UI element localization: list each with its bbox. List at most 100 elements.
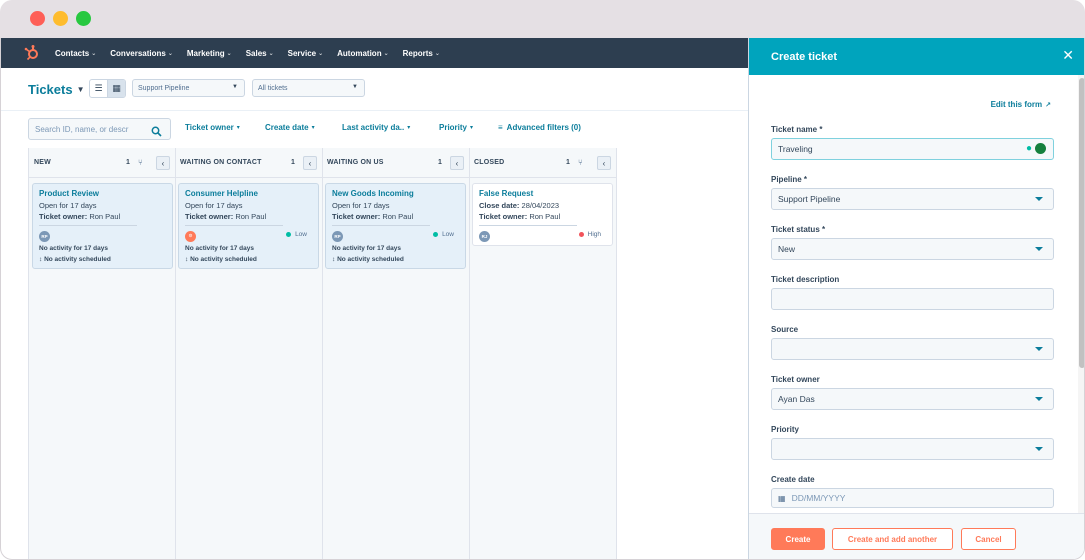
nav-automation[interactable]: Automation ⌄ [337,49,388,58]
collapse-column-button[interactable]: ‹ [303,156,317,170]
priority-dot [286,232,292,237]
card-divider [185,225,283,226]
create-and-add-another-button[interactable]: Create and add another [832,528,953,550]
ticket-owner-line: Ticket owner: Ron Paul [332,211,459,222]
ticket-open-duration: Open for 17 days [39,201,97,210]
ticket-card[interactable]: Consumer Helpline Open for 17 days Ticke… [178,183,319,269]
grammar-assist-icon[interactable] [1035,143,1046,154]
maximize-window-button[interactable] [76,11,91,26]
cancel-button[interactable]: Cancel [961,528,1016,550]
avatar[interactable]: RP [39,230,50,242]
ticket-card[interactable]: New Goods Incoming Open for 17 days Tick… [325,183,466,269]
ticket-card-title[interactable]: False Request [479,189,606,198]
caret-down-icon [1035,397,1043,401]
avatar[interactable]: RP [332,230,343,242]
ticket-status-label: Ticket status * [771,225,826,234]
ticket-card-title[interactable]: New Goods Incoming [332,189,459,198]
filter-priority[interactable]: Priority ▾ [439,123,473,132]
minimize-window-button[interactable] [53,11,68,26]
pipeline-select[interactable]: Support Pipeline ▼ [132,79,245,97]
caret-down-icon [1035,247,1043,251]
hierarchy-icon[interactable]: ⑂ [138,158,143,167]
hubspot-avatar-icon[interactable]: ⚙ [185,230,196,242]
column-title: WAITING ON US [327,159,384,166]
nav-conversations[interactable]: Conversations ⌄ [110,49,173,58]
card-meta-row: RP [39,229,166,243]
board-view-icon[interactable]: ▦ [107,80,125,97]
ticket-name-field[interactable]: Traveling ● [771,138,1054,160]
ticket-name-label: Ticket name * [771,125,823,134]
ticket-owner-name: Ron Paul [382,212,414,221]
location-pin-icon[interactable]: ● [1026,143,1032,154]
view-select[interactable]: All tickets ▼ [252,79,365,97]
filter-last-activity[interactable]: Last activity da.. ▾ [342,123,410,132]
priority-indicator: Low [286,231,307,238]
chevron-down-icon: ⌄ [434,50,440,57]
collapse-column-button[interactable]: ‹ [156,156,170,170]
filter-label: Create date [265,123,309,132]
calendar-icon[interactable]: ▦ [778,494,786,503]
ticket-owner-name: Ron Paul [89,212,121,221]
list-view-icon[interactable]: ☰ [90,80,107,97]
pipeline-select-value: Support Pipeline [138,84,190,92]
ticket-owner-dropdown[interactable]: Ayan Das [771,388,1054,410]
nav-label: Marketing [186,48,225,58]
cancel-button-label: Cancel [975,534,1002,544]
source-dropdown[interactable] [771,338,1054,360]
priority-label: High [587,231,601,238]
ticket-description-field[interactable] [771,288,1054,310]
nav-reports[interactable]: Reports ⌄ [403,49,440,58]
hierarchy-icon[interactable]: ⑂ [578,158,583,167]
close-window-button[interactable] [30,11,45,26]
pipeline-dropdown[interactable]: Support Pipeline [771,188,1054,210]
page-title-label: Tickets [28,82,73,97]
filter-ticket-owner[interactable]: Ticket owner ▾ [185,123,240,132]
column-header: WAITING ON US 1 ‹ [323,148,469,178]
panel-header: Create ticket ✕ [749,38,1084,75]
ticket-card-title[interactable]: Product Review [39,189,166,198]
nav-marketing[interactable]: Marketing ⌄ [187,49,232,58]
view-toggle: ☰ ▦ [89,79,126,98]
ticket-card[interactable]: False Request Close date: 28/04/2023 Tic… [472,183,613,246]
create-button[interactable]: Create [771,528,825,550]
nav-sales[interactable]: Sales ⌄ [246,49,274,58]
nav-service[interactable]: Service ⌄ [288,49,324,58]
caret-down-icon [1035,197,1043,201]
ticket-card[interactable]: Product Review Open for 17 days Ticket o… [32,183,173,269]
search-icon[interactable] [151,124,162,142]
scheduled-activity-text: No activity scheduled [44,256,111,263]
advanced-filters-button[interactable]: ≡ Advanced filters (0) [498,123,581,132]
chevron-down-icon: ▾ [311,125,315,131]
last-activity-text: No activity for 17 days [39,245,108,252]
collapse-column-button[interactable]: ‹ [450,156,464,170]
create-date-field[interactable]: ▦ DD/MM/YYYY [771,488,1054,508]
nav-label: Contacts [55,48,90,58]
priority-indicator: High [578,231,601,238]
column-count: 1 [566,159,570,166]
search-input[interactable] [35,124,150,134]
caret-down-icon [1035,447,1043,451]
filter-create-date[interactable]: Create date ▾ [265,123,315,132]
ticket-owner-label: Ticket owner: [185,212,234,221]
page-title[interactable]: Tickets ▼ [28,82,85,97]
search-box [28,118,171,140]
column-title: NEW [34,159,51,166]
collapse-column-button[interactable]: ‹ [597,156,611,170]
field-assist-icons: ● [1026,143,1046,154]
close-icon[interactable]: ✕ [1062,48,1074,62]
pipeline-value: Support Pipeline [778,194,841,204]
view-select-value: All tickets [258,84,288,92]
priority-dropdown[interactable] [771,438,1054,460]
hubspot-logo-icon[interactable] [23,44,41,62]
filter-label: Last activity da.. [342,123,405,132]
scrollbar-thumb[interactable] [1079,78,1084,368]
nav-contacts[interactable]: Contacts ⌄ [55,49,96,58]
board-column-closed: CLOSED 1 ⑂ ‹ False Request Close date: 2… [470,148,617,559]
ticket-open-duration: Open for 17 days [332,201,390,210]
ticket-card-title[interactable]: Consumer Helpline [185,189,312,198]
edit-form-link[interactable]: Edit this form ↗ [991,100,1051,109]
avatar[interactable]: RJ [479,230,490,242]
caret-down-icon: ▼ [352,84,358,90]
ticket-status-dropdown[interactable]: New [771,238,1054,260]
nav-label: Automation [337,48,382,58]
